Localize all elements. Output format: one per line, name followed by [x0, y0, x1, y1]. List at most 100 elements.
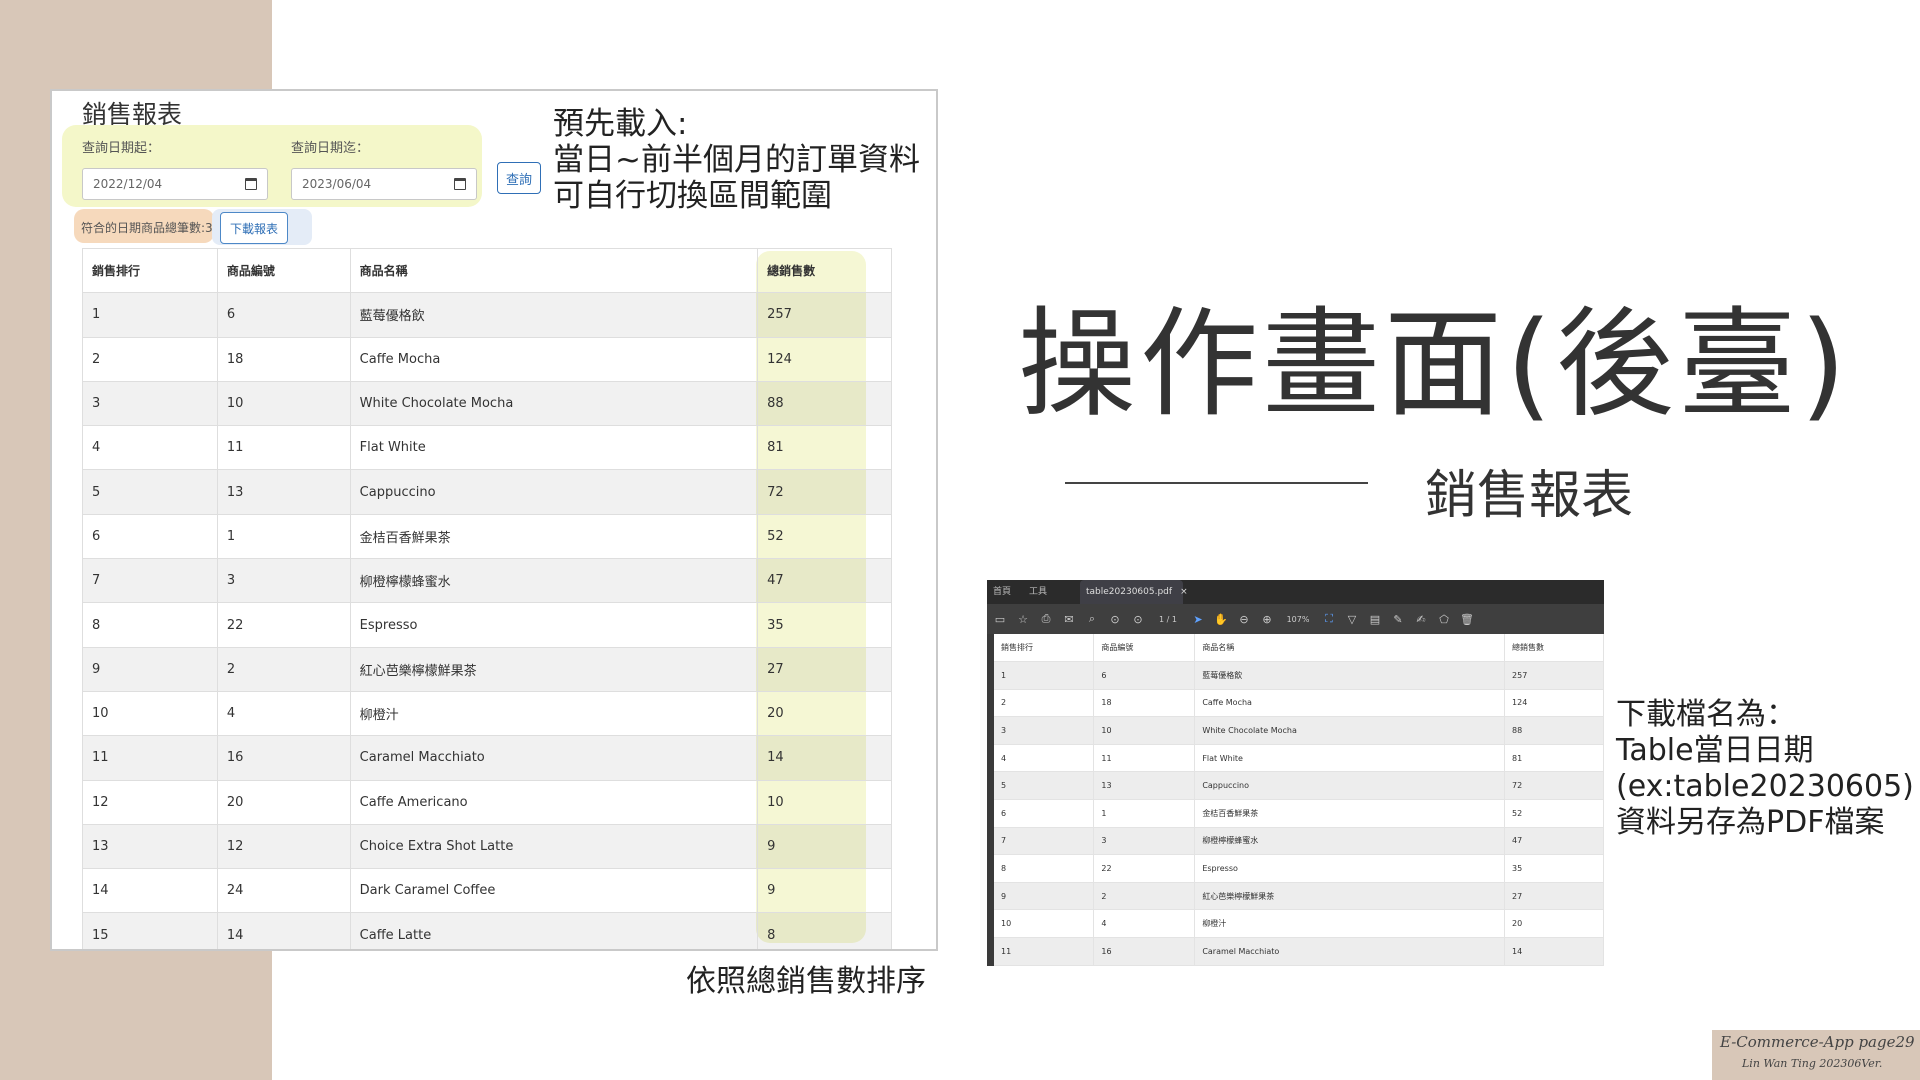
sales-table: 銷售排行 商品編號 商品名稱 總銷售數 1 6 藍莓優格飲 257 2 18 Caffe M…	[82, 247, 892, 949]
table-row: 7 3 柳橙檸檬蜂蜜水 47	[82, 558, 892, 604]
table-row: 12 20 Caffe Americano 10	[82, 779, 892, 825]
table-cell: 124	[757, 336, 892, 382]
date-from-group: 查詢日期起： 2022/12/04	[82, 137, 268, 200]
table-cell: 257	[1504, 661, 1604, 690]
column-header: 總銷售數	[757, 247, 892, 294]
download-report-button[interactable]: 下載報表	[220, 212, 288, 244]
hand-icon[interactable]: ✋	[1214, 612, 1228, 626]
pdf-table: 銷售排行 商品編號 商品名稱 總銷售數 1 6 藍莓優格飲 257 2 18 Caffe M…	[994, 634, 1604, 966]
pdf-table-header-row: 銷售排行 商品編號 商品名稱 總銷售數	[994, 634, 1604, 663]
pdf-viewer-screenshot: 首頁 工具 table20230605.pdf × ▭ ☆ ⎙ ✉ ⌕ ⊙ ⊙ …	[987, 580, 1604, 966]
table-cell: 柳橙檸檬蜂蜜水	[349, 558, 759, 604]
table-cell: 9	[994, 882, 1095, 911]
annotation-line: 當日~前半個月的訂單資料	[553, 142, 920, 178]
tag-icon[interactable]: ⬠	[1437, 612, 1451, 626]
zoom-in-icon[interactable]: ⊕	[1260, 612, 1274, 626]
zoom-level[interactable]: 107%	[1283, 612, 1313, 626]
table-cell: 10	[216, 380, 351, 427]
sign-icon[interactable]: ✍	[1414, 612, 1428, 626]
table-cell: 27	[1504, 882, 1604, 911]
table-cell: Flat White	[1194, 744, 1506, 773]
table-cell: 1	[1093, 799, 1196, 828]
table-cell: 藍莓優格飲	[349, 292, 759, 338]
table-cell: 4	[82, 425, 218, 471]
table-cell: 3	[1093, 827, 1196, 856]
table-row: 10 4 柳橙汁 20	[994, 909, 1604, 939]
highlight-icon[interactable]: ▽	[1345, 612, 1359, 626]
page-down-icon[interactable]: ⊙	[1131, 612, 1145, 626]
table-cell: 2	[82, 336, 218, 382]
column-header: 銷售排行	[994, 634, 1095, 663]
print-icon[interactable]: ⎙	[1039, 612, 1053, 626]
table-cell: 24	[216, 868, 351, 914]
table-cell: Cappuccino	[1194, 771, 1506, 801]
fit-page-icon[interactable]: ⛶	[1322, 612, 1336, 626]
table-cell: 1	[994, 661, 1095, 690]
tab-tools[interactable]: 工具	[1029, 584, 1047, 597]
delete-icon[interactable]: 🗑	[1460, 612, 1474, 626]
date-to-label: 查詢日期迄：	[291, 141, 370, 156]
table-cell: 3	[994, 716, 1095, 745]
pointer-icon[interactable]: ➤	[1191, 612, 1205, 626]
star-icon[interactable]: ☆	[1016, 612, 1030, 626]
tab-pdf-file[interactable]: table20230605.pdf ×	[1080, 580, 1188, 604]
table-cell: White Chocolate Mocha	[349, 380, 759, 427]
table-cell: 88	[757, 380, 892, 427]
table-row: 8 22 Espresso 35	[82, 602, 892, 648]
table-cell: 22	[216, 602, 351, 648]
table-cell: 3	[216, 558, 351, 604]
table-cell: 13	[82, 823, 218, 870]
pen-icon[interactable]: ✎	[1391, 612, 1405, 626]
table-cell: 柳橙汁	[1194, 909, 1506, 939]
date-to-value: 2023/06/04	[302, 177, 372, 191]
save-icon[interactable]: ▭	[993, 612, 1007, 626]
table-cell: 20	[1504, 909, 1604, 939]
tab-file-name: table20230605.pdf	[1086, 587, 1173, 597]
search-icon[interactable]: ⌕	[1085, 612, 1099, 626]
table-cell: 6	[994, 799, 1095, 828]
footer-line2: Lin Wan Ting 202306Ver.	[1742, 1057, 1883, 1070]
table-row: 7 3 柳橙檸檬蜂蜜水 47	[994, 827, 1604, 856]
date-to-input[interactable]: 2023/06/04	[291, 168, 477, 200]
tab-home[interactable]: 首頁	[993, 584, 1011, 597]
table-cell: 88	[1504, 716, 1604, 745]
table-cell: 6	[82, 513, 218, 560]
table-cell: 10	[757, 779, 892, 825]
close-icon[interactable]: ×	[1180, 587, 1188, 597]
preload-annotation: 預先載入: 當日~前半個月的訂單資料 可自行切換區間範圍	[553, 106, 920, 214]
table-cell: Dark Caramel Coffee	[349, 868, 759, 914]
annotation-line: 可自行切換區間範圍	[553, 178, 832, 214]
table-cell: 20	[757, 690, 892, 737]
slide-subheading: 銷售報表	[1425, 466, 1634, 526]
date-from-input[interactable]: 2022/12/04	[82, 168, 268, 200]
table-cell: 11	[82, 735, 218, 781]
table-cell: 10	[994, 909, 1095, 939]
table-cell: 1	[216, 513, 351, 560]
zoom-out-icon[interactable]: ⊖	[1237, 612, 1251, 626]
footer-tag: E-Commerce-App page29 Lin Wan Ting 20230…	[1712, 1030, 1920, 1080]
table-cell: Choice Extra Shot Latte	[349, 823, 759, 870]
table-cell: 16	[1093, 937, 1196, 966]
mail-icon[interactable]: ✉	[1062, 612, 1076, 626]
table-cell: 2	[1093, 882, 1196, 911]
slide-heading: 操作畫面(後臺)	[1018, 295, 1851, 433]
table-cell: 金桔百香鮮果茶	[1194, 799, 1506, 828]
table-cell: 4	[1093, 909, 1196, 939]
calendar-icon[interactable]	[454, 178, 466, 190]
query-button[interactable]: 查詢	[497, 162, 541, 194]
column-header: 商品名稱	[349, 247, 759, 294]
table-cell: 11	[1093, 744, 1196, 773]
table-cell: 72	[757, 469, 892, 515]
column-header: 總銷售數	[1504, 634, 1604, 663]
comment-icon[interactable]: ▤	[1368, 612, 1382, 626]
divider-line	[1065, 482, 1368, 484]
table-row: 14 24 Dark Caramel Coffee 9	[82, 868, 892, 914]
annotation-line: 資料另存為PDF檔案	[1616, 805, 1885, 840]
calendar-icon[interactable]	[245, 178, 257, 190]
column-header: 商品名稱	[1194, 634, 1506, 663]
page-up-icon[interactable]: ⊙	[1108, 612, 1122, 626]
table-cell: 12	[82, 779, 218, 825]
table-cell: Caramel Macchiato	[1194, 937, 1506, 966]
table-cell: Espresso	[1194, 854, 1506, 883]
table-cell: 柳橙檸檬蜂蜜水	[1194, 827, 1506, 856]
